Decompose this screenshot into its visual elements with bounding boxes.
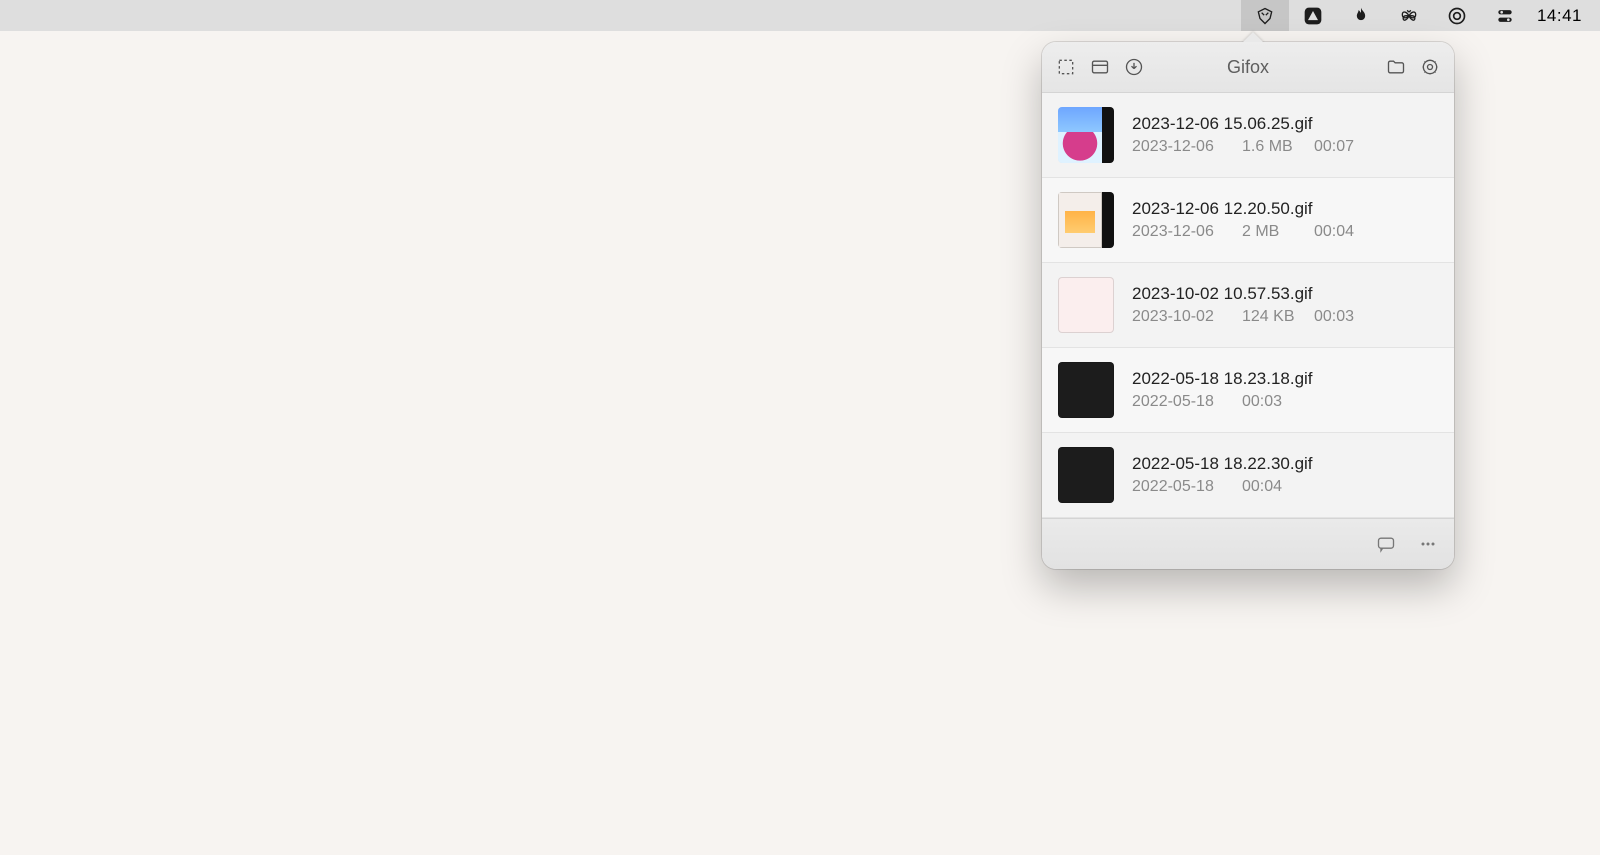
recording-date: 2023-10-02: [1132, 308, 1228, 326]
menubar-butterfly-icon[interactable]: [1385, 0, 1433, 31]
recording-date: 2023-12-06: [1132, 138, 1228, 156]
recording-row[interactable]: 2023-12-06 12.20.50.gif 2023-12-06 2 MB 00:…: [1042, 178, 1454, 263]
recording-meta: 2023-12-06 12.20.50.gif 2023-12-06 2 MB 00:…: [1132, 199, 1438, 241]
recording-thumbnail: [1058, 362, 1114, 418]
menubar-circle-icon[interactable]: [1433, 0, 1481, 31]
menubar: 14:41: [0, 0, 1600, 31]
menubar-triangle-icon[interactable]: [1289, 0, 1337, 31]
recording-thumbnail: [1058, 107, 1114, 163]
recording-info: 2023-12-06 2 MB 00:04: [1132, 223, 1438, 241]
popover-header: Gifox: [1042, 42, 1454, 93]
recording-duration: 00:03: [1314, 308, 1354, 326]
recording-thumbnail: [1058, 277, 1114, 333]
recording-duration: 00:04: [1242, 478, 1282, 496]
popover-footer: [1042, 518, 1454, 569]
recording-row[interactable]: 2023-12-06 15.06.25.gif 2023-12-06 1.6 MB 0…: [1042, 93, 1454, 178]
recording-size: 124 KB: [1242, 308, 1300, 326]
recording-size: 2 MB: [1242, 223, 1300, 241]
recording-row[interactable]: 2023-10-02 10.57.53.gif 2023-10-02 124 KB 0…: [1042, 263, 1454, 348]
recording-filename: 2023-12-06 15.06.25.gif: [1132, 114, 1438, 134]
menubar-app-gifox[interactable]: [1241, 0, 1289, 31]
recording-date: 2022-05-18: [1132, 393, 1228, 411]
recordings-list: 2023-12-06 15.06.25.gif 2023-12-06 1.6 MB 0…: [1042, 93, 1454, 518]
window-record-button[interactable]: [1088, 55, 1112, 79]
recording-date: 2022-05-18: [1132, 478, 1228, 496]
download-button[interactable]: [1122, 55, 1146, 79]
recording-thumbnail: [1058, 192, 1114, 248]
recording-meta: 2022-05-18 18.22.30.gif 2022-05-18 00:04: [1132, 454, 1438, 496]
recording-size: 1.6 MB: [1242, 138, 1300, 156]
recording-thumbnail: [1058, 447, 1114, 503]
recording-filename: 2023-12-06 12.20.50.gif: [1132, 199, 1438, 219]
settings-button[interactable]: [1418, 55, 1442, 79]
recording-row[interactable]: 2022-05-18 18.23.18.gif 2022-05-18 00:03: [1042, 348, 1454, 433]
menubar-flame-icon[interactable]: [1337, 0, 1385, 31]
more-button[interactable]: [1416, 532, 1440, 556]
menubar-control-icon[interactable]: [1481, 0, 1529, 31]
recording-meta: 2023-12-06 15.06.25.gif 2023-12-06 1.6 MB 0…: [1132, 114, 1438, 156]
menubar-clock[interactable]: 14:41: [1537, 6, 1582, 26]
recording-info: 2022-05-18 00:04: [1132, 478, 1438, 496]
recording-filename: 2022-05-18 18.22.30.gif: [1132, 454, 1438, 474]
recording-filename: 2022-05-18 18.23.18.gif: [1132, 369, 1438, 389]
recording-meta: 2023-10-02 10.57.53.gif 2023-10-02 124 KB 0…: [1132, 284, 1438, 326]
recording-date: 2023-12-06: [1132, 223, 1228, 241]
gifox-popover: Gifox 2023-12-06 15.06.25.gif 2023-12-06 1…: [1042, 42, 1454, 569]
recording-info: 2023-10-02 124 KB 00:03: [1132, 308, 1438, 326]
recording-filename: 2023-10-02 10.57.53.gif: [1132, 284, 1438, 304]
recording-row[interactable]: 2022-05-18 18.22.30.gif 2022-05-18 00:04: [1042, 433, 1454, 518]
recording-duration: 00:04: [1314, 223, 1354, 241]
recording-meta: 2022-05-18 18.23.18.gif 2022-05-18 00:03: [1132, 369, 1438, 411]
selection-record-button[interactable]: [1054, 55, 1078, 79]
feedback-button[interactable]: [1374, 532, 1398, 556]
recording-info: 2023-12-06 1.6 MB 00:07: [1132, 138, 1438, 156]
recording-info: 2022-05-18 00:03: [1132, 393, 1438, 411]
recording-duration: 00:03: [1242, 393, 1282, 411]
open-folder-button[interactable]: [1384, 55, 1408, 79]
recording-duration: 00:07: [1314, 138, 1354, 156]
